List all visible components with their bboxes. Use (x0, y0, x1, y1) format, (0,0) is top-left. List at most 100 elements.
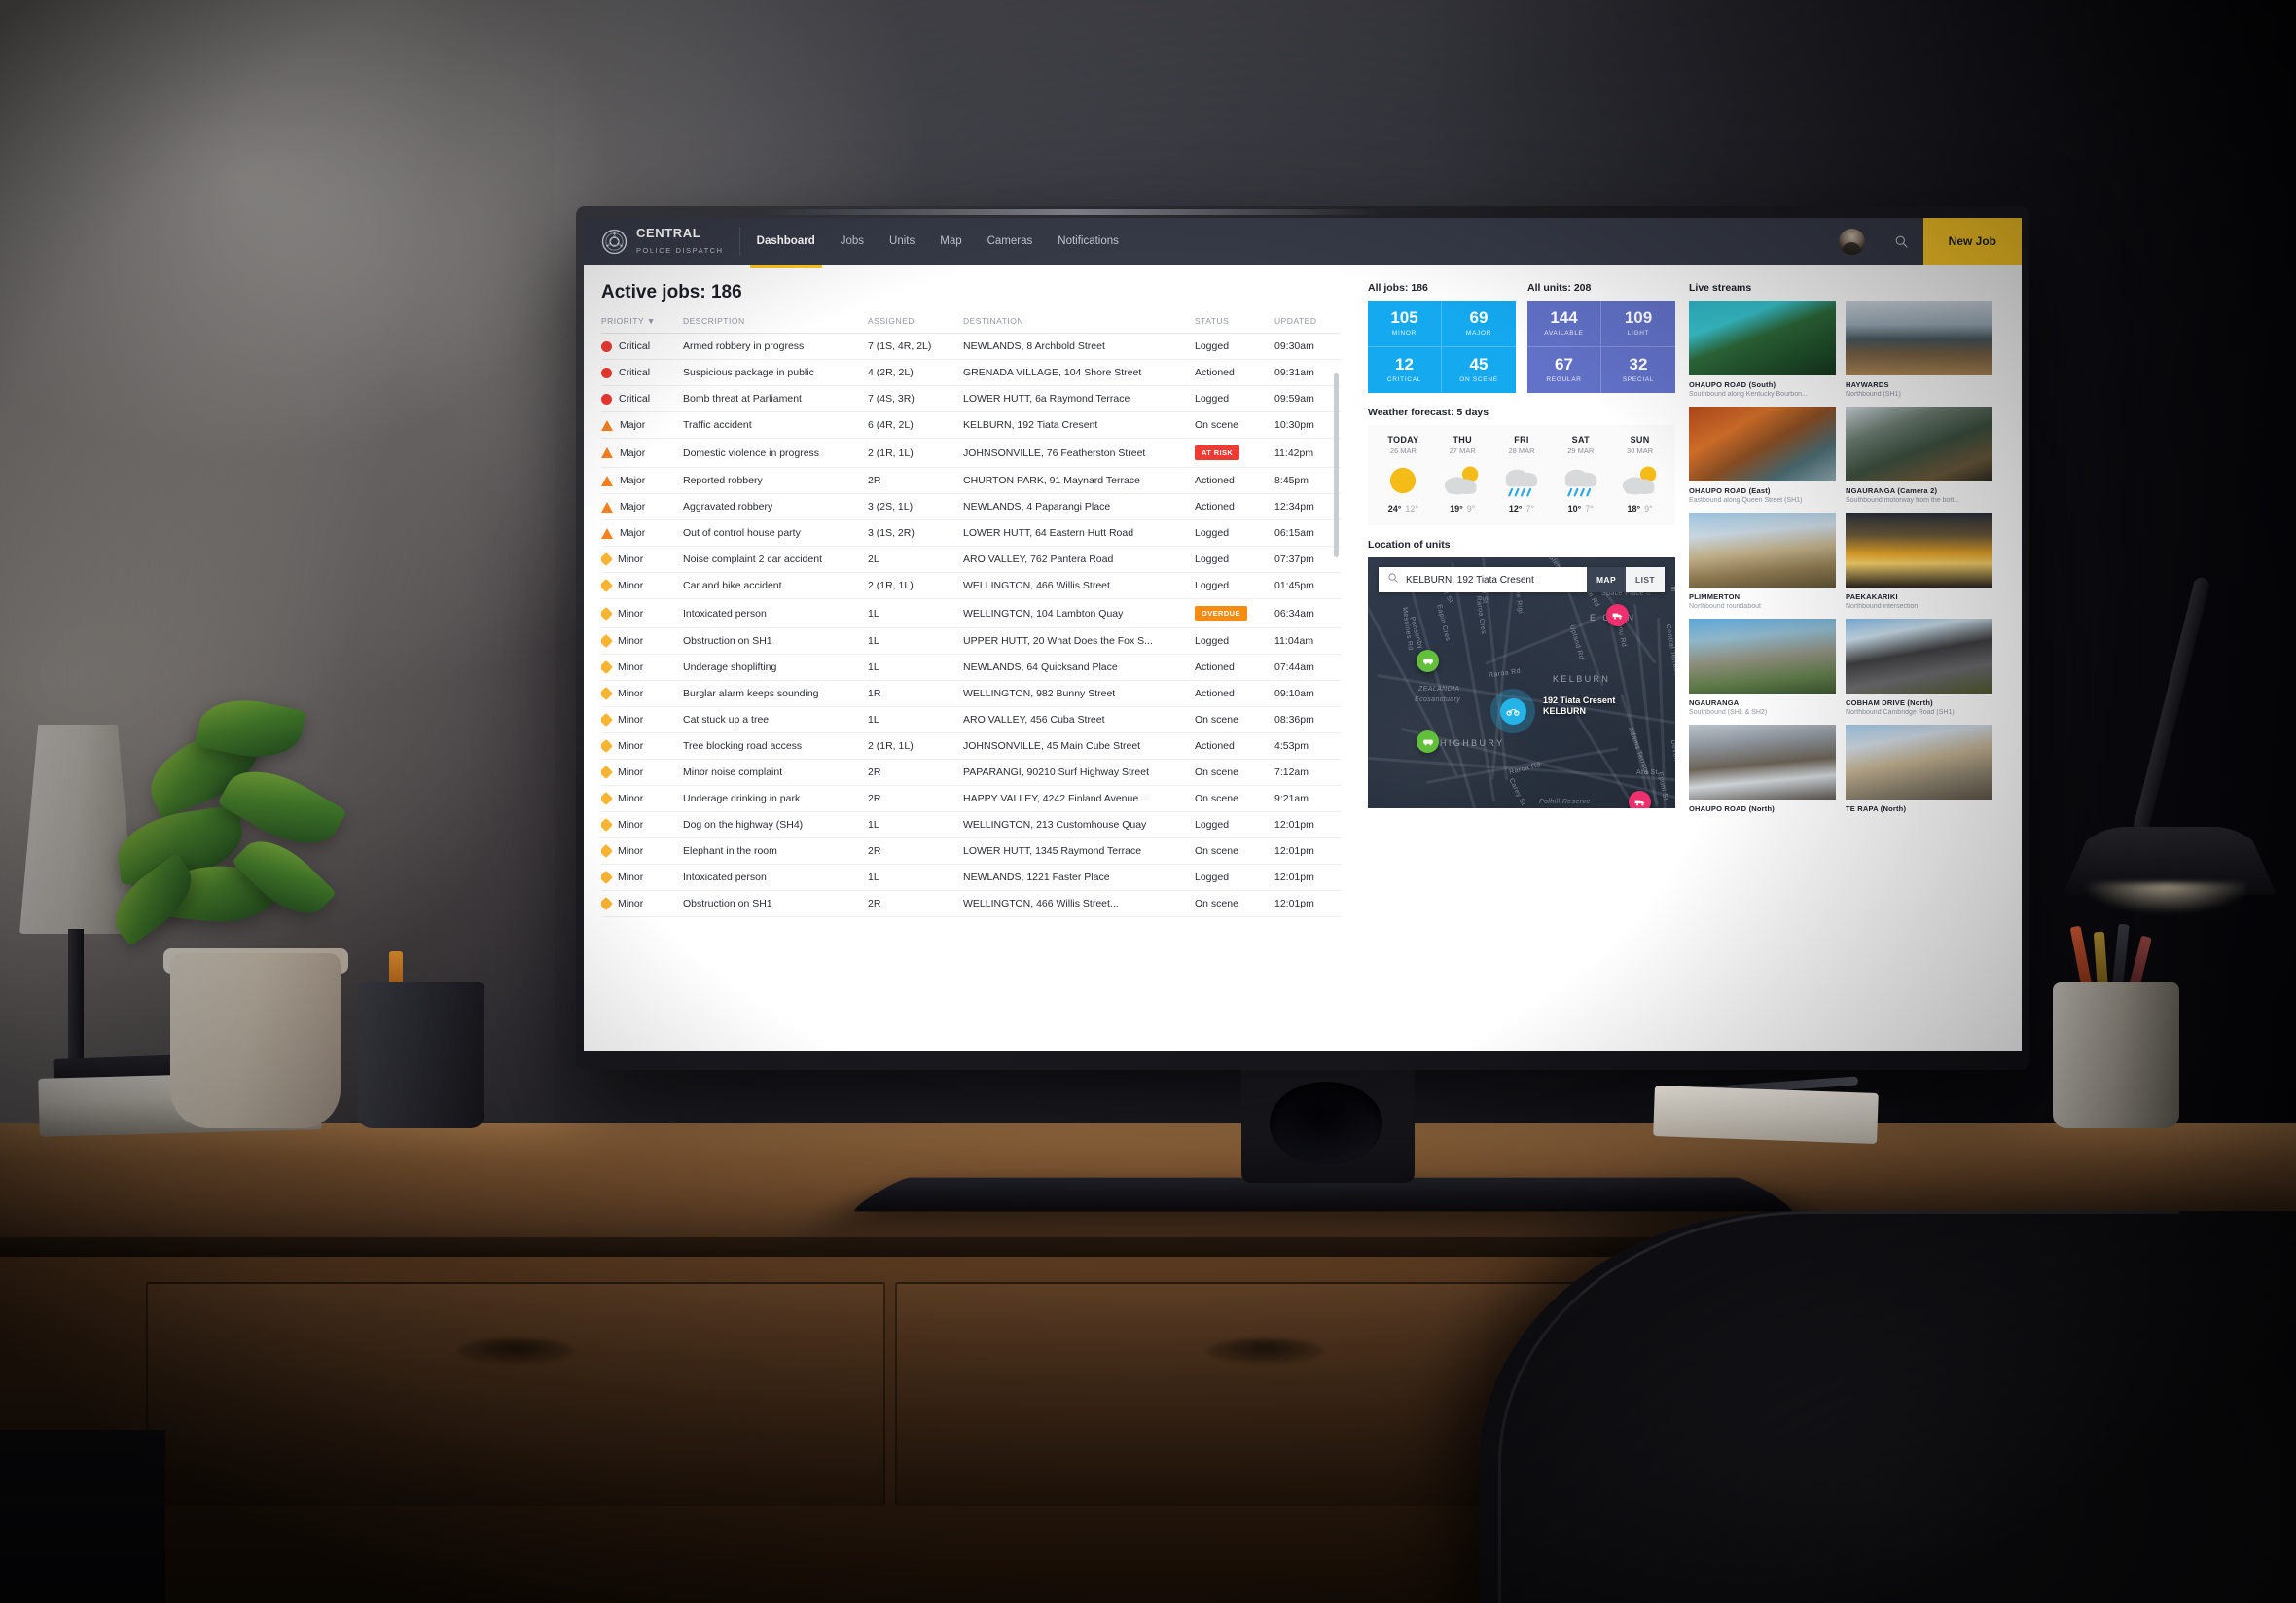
table-row[interactable]: Minor Dog on the highway (SH4) 1L WELLINGTO… (601, 811, 1341, 838)
stat-on-scene[interactable]: 45 ON SCENE (1442, 347, 1516, 393)
units-map[interactable]: Space Place ⌂ E GLEN KELBURN HIGHBURY ZE… (1368, 557, 1675, 808)
table-row[interactable]: Major Reported robbery 2R CHURTON PARK, 91 … (601, 467, 1341, 494)
status-text: Logged (1195, 527, 1230, 539)
stat-minor[interactable]: 105 MINOR (1368, 301, 1442, 347)
stream-thumbnail[interactable] (1689, 725, 1836, 800)
table-scrollbar[interactable] (1334, 373, 1339, 557)
stream-card[interactable]: COBHAM DRIVE (North) Northbound Cambridge… (1846, 619, 1992, 716)
map-pin-selected[interactable] (1490, 689, 1535, 733)
stream-card[interactable]: NGAURANGA (Camera 2) Southbound motorway … (1846, 407, 1992, 504)
table-row[interactable]: Minor Minor noise complaint 2R PAPARANGI, 9… (601, 759, 1341, 786)
table-row[interactable]: Minor Intoxicated person 1L WELLINGTON, 104… (601, 598, 1341, 628)
table-row[interactable]: Minor Underage shoplifting 1L NEWLANDS, 64 … (601, 654, 1341, 681)
map-pin-truck[interactable] (1606, 604, 1629, 626)
nav-item-units[interactable]: Units (877, 218, 927, 265)
cell-description: Underage shoplifting (683, 654, 868, 681)
cell-priority: Minor (601, 785, 683, 812)
stream-card[interactable]: PLIMMERTON Northbound roundabout (1689, 513, 1836, 610)
nav-item-map[interactable]: Map (927, 218, 974, 265)
table-row[interactable]: Major Domestic violence in progress 2 (1R,… (601, 438, 1341, 468)
nav-item-jobs[interactable]: Jobs (828, 218, 877, 265)
cell-updated: 7:12am (1274, 759, 1341, 786)
stat-value: 12 (1395, 355, 1414, 374)
cell-destination: WELLINGTON, 982 Bunny Street (963, 680, 1195, 707)
map-search-input[interactable]: KELBURN, 192 Tiata Cresent (1406, 575, 1587, 586)
stat-regular[interactable]: 67 REGULAR (1527, 347, 1601, 393)
table-row[interactable]: Minor Intoxicated person 1L NEWLANDS, 1221 … (601, 864, 1341, 891)
table-row[interactable]: Minor Cat stuck up a tree 1L ARO VALLEY, 45… (601, 706, 1341, 733)
units-stat-card: All units: 208 144 AVAILABLE 109 LIGHT 6… (1527, 282, 1675, 393)
table-row[interactable]: Minor Obstruction on SH1 1L UPPER HUTT, 20 … (601, 627, 1341, 655)
col-updated[interactable]: UPDATED (1274, 316, 1341, 334)
main-nav: Dashboard Jobs Units Map Cameras Notific… (744, 218, 1131, 268)
brand[interactable]: CENTRAL POLICE DISPATCH (584, 226, 739, 257)
table-row[interactable]: Critical Suspicious package in public 4 (2… (601, 359, 1341, 386)
table-row[interactable]: Critical Bomb threat at Parliament 7 (4S, … (601, 385, 1341, 412)
weather-high: 18° (1627, 504, 1641, 514)
stream-thumbnail[interactable] (1689, 619, 1836, 694)
cell-description: Bomb threat at Parliament (683, 385, 868, 412)
stream-card[interactable]: TE RAPA (North) (1846, 725, 1992, 815)
table-row[interactable]: Major Traffic accident 6 (4R, 2L) KELBURN, … (601, 411, 1341, 439)
col-destination[interactable]: DESTINATION (963, 316, 1195, 334)
table-row[interactable]: Minor Underage drinking in park 2R HAPPY VA… (601, 785, 1341, 812)
stream-thumbnail[interactable] (1846, 619, 1992, 694)
table-row[interactable]: Minor Burglar alarm keeps sounding 1R WELLI… (601, 680, 1341, 707)
stream-card[interactable]: OHAUPO ROAD (North) (1689, 725, 1836, 815)
weather-high: 10° (1567, 504, 1582, 514)
minor-diamond-icon (601, 765, 614, 780)
stream-thumbnail[interactable] (1846, 407, 1992, 481)
weather-day: TODAY 26 MAR 24° 12° (1374, 435, 1433, 514)
col-priority[interactable]: PRIORITY ▼ (601, 316, 683, 334)
nav-item-cameras[interactable]: Cameras (975, 218, 1046, 265)
stat-special[interactable]: 32 SPECIAL (1601, 347, 1675, 393)
map-view-button[interactable]: MAP (1587, 567, 1626, 592)
nav-item-dashboard[interactable]: Dashboard (744, 218, 828, 268)
weather-day-date: 28 MAR (1508, 446, 1535, 455)
col-assigned[interactable]: ASSIGNED (868, 316, 963, 334)
col-description[interactable]: DESCRIPTION (683, 316, 868, 334)
table-row[interactable]: Major Out of control house party 3 (1S, 2R… (601, 519, 1341, 547)
stat-major[interactable]: 69 MAJOR (1442, 301, 1516, 347)
new-job-button[interactable]: New Job (1922, 218, 2022, 265)
cell-status: Logged (1195, 333, 1274, 360)
table-row[interactable]: Critical Armed robbery in progress 7 (1S, … (601, 333, 1341, 360)
map-pin-van[interactable] (1417, 730, 1439, 753)
search-icon[interactable] (1881, 218, 1923, 265)
cell-assigned: 2R (868, 837, 963, 865)
map-pin-truck[interactable] (1629, 791, 1651, 808)
cell-status: Actioned (1195, 467, 1274, 494)
map-search-bar[interactable]: KELBURN, 192 Tiata Cresent MAP LIST (1379, 567, 1665, 592)
status-text: Logged (1195, 635, 1230, 647)
col-status[interactable]: STATUS (1195, 316, 1274, 334)
stream-thumbnail[interactable] (1846, 513, 1992, 588)
table-row[interactable]: Minor Obstruction on SH1 2R WELLINGTON, 466… (601, 890, 1341, 917)
table-row[interactable]: Minor Car and bike accident 2 (1R, 1L) WELL… (601, 572, 1341, 599)
stream-card[interactable]: HAYWARDS Northbound (SH1) (1846, 301, 1992, 398)
stream-thumbnail[interactable] (1689, 301, 1836, 375)
cell-assigned: 6 (4R, 2L) (868, 411, 963, 439)
status-text: On scene (1195, 845, 1238, 857)
table-row[interactable]: Major Aggravated robbery 3 (2S, 1L) NEWLAND… (601, 493, 1341, 520)
pen-holder (358, 982, 484, 1128)
stream-thumbnail[interactable] (1846, 725, 1992, 800)
stream-thumbnail[interactable] (1846, 301, 1992, 375)
table-row[interactable]: Minor Tree blocking road access 2 (1R, 1L)… (601, 732, 1341, 760)
stream-thumbnail[interactable] (1689, 513, 1836, 588)
table-row[interactable]: Minor Noise complaint 2 car accident 2L ARO… (601, 546, 1341, 573)
stat-light[interactable]: 109 LIGHT (1601, 301, 1675, 347)
nav-item-notifications[interactable]: Notifications (1045, 218, 1131, 265)
stat-critical[interactable]: 12 CRITICAL (1368, 347, 1442, 393)
stat-available[interactable]: 144 AVAILABLE (1527, 301, 1601, 347)
stream-card[interactable]: NGAURANGA Southbound (SH1 & SH2) (1689, 619, 1836, 716)
list-view-button[interactable]: LIST (1626, 567, 1665, 592)
table-row[interactable]: Minor Elephant in the room 2R LOWER HUTT, 1… (601, 837, 1341, 865)
priority-label: Major (620, 527, 646, 539)
stream-card[interactable]: OHAUPO ROAD (East) Eastbound along Queen … (1689, 407, 1836, 504)
map-pin-van[interactable] (1417, 650, 1439, 672)
weather-forecast: TODAY 26 MAR 24° 12° THU 27 MAR 19° 9° FRI 28 MAR… (1368, 425, 1675, 525)
stream-card[interactable]: PAEKAKARIKI Northbound intersection (1846, 513, 1992, 610)
stream-card[interactable]: OHAUPO ROAD (South) Southbound along Kent… (1689, 301, 1836, 398)
stream-thumbnail[interactable] (1689, 407, 1836, 481)
avatar[interactable] (1838, 228, 1865, 255)
